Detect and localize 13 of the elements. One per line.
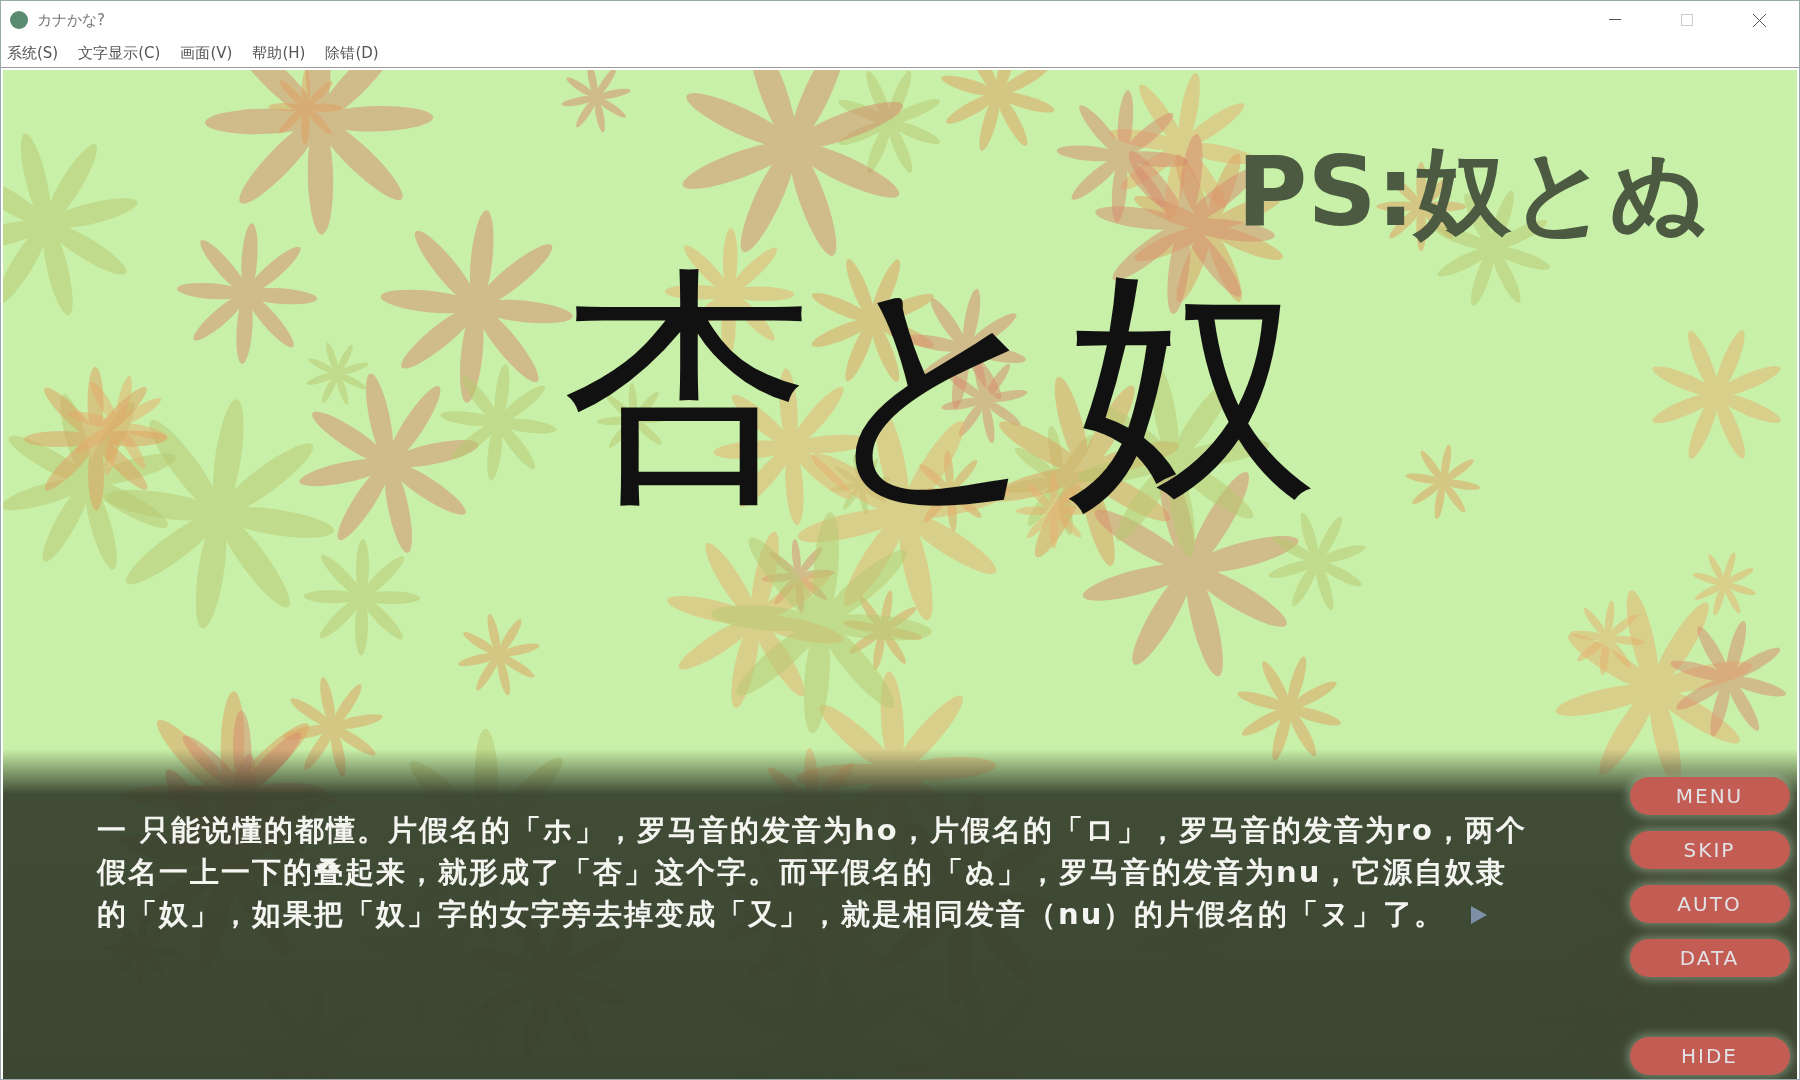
menu-item[interactable]: 帮助(H) (252, 43, 306, 63)
subtitle: PS:奴とぬ (1237, 140, 1707, 246)
maximize-icon (1681, 14, 1693, 26)
dialog-text: 一 只能说懂的都懂。片假名的「ホ」，罗马音的发音为ho，片假名的「ロ」，罗马音的发音为ro，两个假名一上一下的叠起来，就形成了「杏」这个字。而平假名的「ぬ」，罗马音的发音为nu，它源自奴隶的「奴」，如果把「奴」字的女字旁去掉变成「又」，就是相同发音（nu）的片假名的「ヌ」了。 (97, 812, 1528, 933)
minimize-icon (1609, 19, 1621, 21)
window-title: カナかな? (37, 10, 106, 30)
scene-title: 杏と奴 (562, 255, 1318, 519)
menu-item[interactable]: 系统(S) (7, 43, 59, 63)
close-icon (1752, 13, 1766, 27)
app-icon (9, 10, 29, 30)
menu-item[interactable]: 文字显示(C) (78, 43, 161, 63)
menu-item[interactable]: 除错(D) (325, 43, 379, 63)
menu-item[interactable]: 画面(V) (180, 43, 233, 63)
